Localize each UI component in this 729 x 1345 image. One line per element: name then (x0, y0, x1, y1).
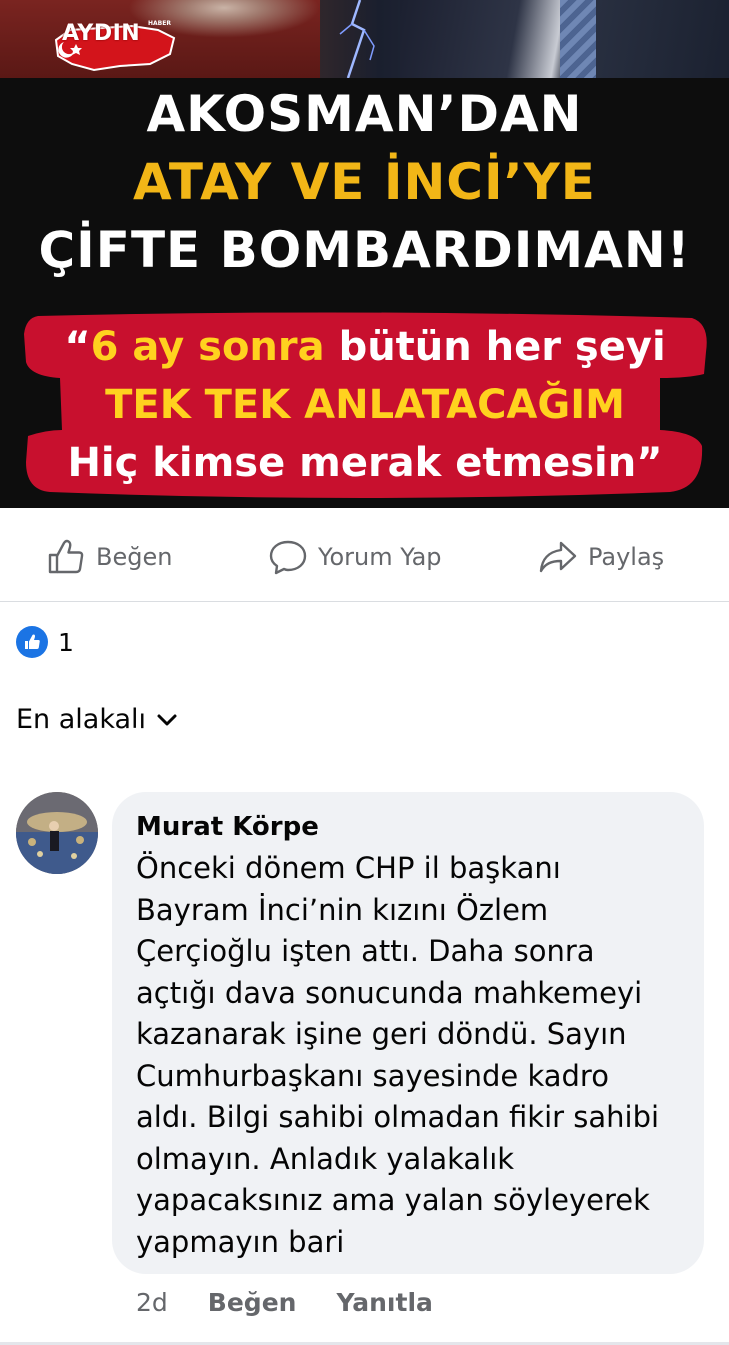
share-button[interactable]: Paylaş (538, 512, 664, 602)
avatar[interactable] (16, 792, 98, 874)
post-image[interactable]: AYDIN HABER AKOSMAN’DAN ATAY VE İNCİ’YE … (0, 0, 729, 508)
share-label: Paylaş (588, 543, 665, 571)
chevron-down-icon (157, 714, 177, 725)
headline: AKOSMAN’DAN ATAY VE İNCİ’YE ÇİFTE BOMBAR… (0, 80, 729, 284)
quote-line-1-highlight: 6 ay sonra (90, 324, 325, 370)
quote-text: “6 ay sonra bütün her şeyi TEK TEK ANLAT… (20, 318, 710, 492)
comment-author[interactable]: Murat Körpe (136, 810, 680, 844)
logo-subtext: HABER (148, 20, 171, 27)
comment-bubble: Murat Körpe Önceki dönem CHP il başkanı … (112, 792, 704, 1274)
post-action-bar: Beğen Yorum Yap Paylaş (0, 512, 729, 602)
logo-text: AYDIN (62, 20, 141, 46)
quote-line-1-rest: bütün her şeyi (324, 324, 666, 370)
speech-bubble-icon (269, 540, 307, 575)
tie-graphic (560, 0, 596, 78)
comment-text: Önceki dönem CHP il başkanı Bayram İnci’… (136, 851, 660, 1259)
headline-line-3: ÇİFTE BOMBARDIMAN! (38, 221, 691, 279)
comment-sort-dropdown[interactable]: En alakalı (16, 704, 178, 735)
comment-meta: 2d Beğen Yanıtla (136, 1288, 433, 1317)
comment-reply-button[interactable]: Yanıtla (336, 1288, 432, 1317)
sort-label: En alakalı (16, 704, 147, 735)
lightning-icon (339, 0, 375, 78)
news-logo: AYDIN HABER (28, 14, 176, 72)
quote-box: “6 ay sonra bütün her şeyi TEK TEK ANLAT… (20, 312, 710, 498)
close-quote-mark: ” (636, 440, 663, 486)
share-arrow-icon (539, 541, 577, 573)
quote-line-3: Hiç kimse merak etmesin (67, 440, 637, 486)
comment-label: Yorum Yap (318, 543, 442, 571)
like-button[interactable]: Beğen (46, 512, 172, 602)
reaction-summary[interactable]: 1 (16, 626, 74, 658)
comment-like-button[interactable]: Beğen (208, 1288, 297, 1317)
like-label: Beğen (96, 543, 173, 571)
open-quote-mark: “ (64, 324, 91, 370)
thumbs-up-outline-icon (48, 539, 84, 574)
headline-line-1: AKOSMAN’DAN (146, 85, 583, 143)
like-reaction-icon (16, 626, 48, 658)
avatar-photo (16, 792, 98, 874)
reaction-count: 1 (58, 627, 74, 657)
header-photo: AYDIN HABER (0, 0, 729, 78)
quote-line-2: TEK TEK ANLATACAĞIM (105, 382, 625, 428)
comment-button[interactable]: Yorum Yap (268, 512, 442, 602)
comment-timestamp[interactable]: 2d (136, 1288, 168, 1317)
headline-line-2: ATAY VE İNCİ’YE (133, 153, 596, 211)
